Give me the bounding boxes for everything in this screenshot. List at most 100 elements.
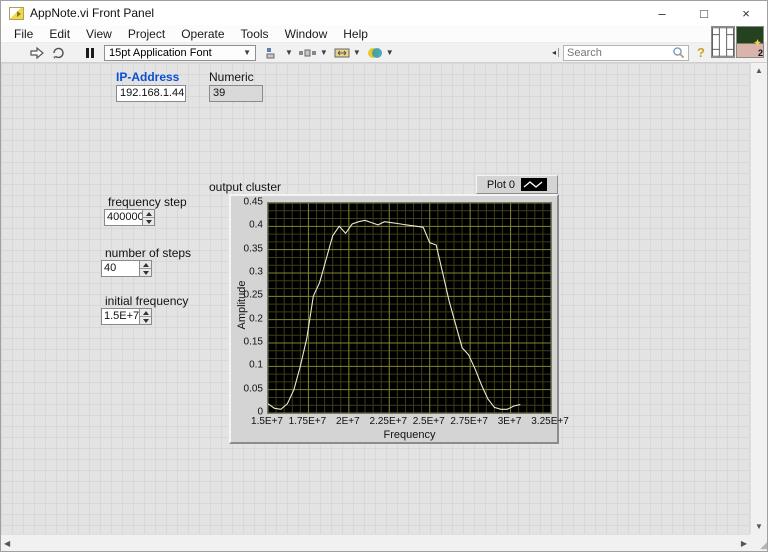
labview-window: AppNote.vi Front Panel – □ × File Edit V… xyxy=(0,0,768,552)
maximize-button[interactable]: □ xyxy=(683,1,725,25)
numeric-indicator: 39 xyxy=(209,85,263,102)
x-tick-label: 2.75E+7 xyxy=(450,416,488,427)
search-input[interactable] xyxy=(567,47,672,59)
menu-operate[interactable]: Operate xyxy=(173,27,232,41)
plot-legend-label: Plot 0 xyxy=(487,179,515,191)
initial-frequency-control[interactable]: 1.5E+7 xyxy=(101,308,152,325)
menu-view[interactable]: View xyxy=(78,27,120,41)
y-tick-label: 0.25 xyxy=(231,290,263,301)
y-tick-label: 0.45 xyxy=(231,197,263,208)
output-cluster-label: output cluster xyxy=(209,180,281,194)
menu-project[interactable]: Project xyxy=(120,27,173,41)
search-collapse-icon[interactable]: ◂ xyxy=(552,48,559,57)
increment-button[interactable] xyxy=(140,261,151,269)
decrement-button[interactable] xyxy=(143,218,154,225)
initial-frequency-label: initial frequency xyxy=(105,294,188,308)
pause-button[interactable] xyxy=(86,48,94,58)
initial-frequency-spinner xyxy=(139,308,152,325)
decrement-button[interactable] xyxy=(140,269,151,276)
title-bar: AppNote.vi Front Panel – □ × xyxy=(1,1,767,25)
search-icon xyxy=(672,46,685,59)
run-button[interactable] xyxy=(29,44,45,62)
y-tick-label: 0.05 xyxy=(231,383,263,394)
chevron-down-icon: ▼ xyxy=(386,48,394,57)
menu-tools[interactable]: Tools xyxy=(233,27,277,41)
vertical-scrollbar[interactable]: ▲ ▼ xyxy=(750,63,767,534)
resize-objects-button[interactable]: ▼ xyxy=(334,44,361,62)
menu-edit[interactable]: Edit xyxy=(41,27,78,41)
x-tick-label: 2E+7 xyxy=(336,416,360,427)
frequency-step-control[interactable]: 400000 xyxy=(104,209,155,226)
window-title: AppNote.vi Front Panel xyxy=(30,6,641,20)
distribute-objects-button[interactable]: ▼ xyxy=(299,44,328,62)
scroll-up-icon[interactable]: ▲ xyxy=(752,63,766,78)
x-tick-label: 2.5E+7 xyxy=(413,416,445,427)
chevron-down-icon: ▼ xyxy=(320,48,328,57)
scroll-right-icon[interactable]: ▶ xyxy=(738,536,750,551)
increment-button[interactable] xyxy=(143,210,154,218)
y-axis-label: Amplitude xyxy=(236,235,250,375)
menu-help[interactable]: Help xyxy=(335,27,376,41)
plot-area-svg xyxy=(268,203,551,413)
scroll-left-icon[interactable]: ◀ xyxy=(1,536,13,551)
initial-frequency-value[interactable]: 1.5E+7 xyxy=(101,308,139,325)
plot-area[interactable] xyxy=(267,202,552,414)
x-tick-label: 3E+7 xyxy=(498,416,522,427)
minimize-button[interactable]: – xyxy=(641,1,683,25)
distribute-objects-icon xyxy=(299,47,317,59)
reorder-objects-button[interactable]: ▼ xyxy=(367,44,394,62)
run-arrow-icon xyxy=(29,46,45,60)
resize-objects-icon xyxy=(334,47,350,59)
y-tick-label: 0.2 xyxy=(231,313,263,324)
align-objects-button[interactable]: ▼ xyxy=(266,44,293,62)
number-of-steps-control[interactable]: 40 xyxy=(101,260,152,277)
chevron-down-icon: ▼ xyxy=(353,48,361,57)
x-tick-label: 2.25E+7 xyxy=(370,416,408,427)
x-axis-label: Frequency xyxy=(267,429,552,441)
context-help-button[interactable]: ? xyxy=(697,45,705,60)
frequency-step-label: frequency step xyxy=(108,195,187,209)
connector-pane-icon[interactable] xyxy=(711,26,735,58)
increment-button[interactable] xyxy=(140,309,151,317)
toolbar: 15pt Application Font ▼ ▼ ▼ ▼ ▼ ◂ xyxy=(1,43,767,63)
frequency-step-spinner xyxy=(142,209,155,226)
reorder-objects-icon xyxy=(367,46,383,60)
chevron-down-icon: ▼ xyxy=(285,48,293,57)
y-tick-label: 0.3 xyxy=(231,267,263,278)
decrement-button[interactable] xyxy=(140,317,151,324)
y-tick-label: 0.15 xyxy=(231,337,263,348)
number-of-steps-spinner xyxy=(139,260,152,277)
font-selector-value: 15pt Application Font xyxy=(109,47,240,59)
plot-legend[interactable]: Plot 0 xyxy=(476,175,558,194)
vi-icon[interactable]: 2 xyxy=(736,26,764,58)
y-tick-label: 0.1 xyxy=(231,360,263,371)
menu-bar: File Edit View Project Operate Tools Win… xyxy=(1,25,767,43)
plot-legend-line-icon xyxy=(521,178,547,191)
numeric-label: Numeric xyxy=(209,70,254,84)
scroll-down-icon[interactable]: ▼ xyxy=(752,519,766,534)
search-box[interactable] xyxy=(563,45,689,61)
resize-grip[interactable]: ◢ xyxy=(750,534,767,551)
menu-file[interactable]: File xyxy=(6,27,41,41)
x-tick-label: 3.25E+7 xyxy=(531,416,569,427)
number-of-steps-value[interactable]: 40 xyxy=(101,260,139,277)
menu-window[interactable]: Window xyxy=(277,27,336,41)
ip-address-input[interactable]: 192.168.1.44 xyxy=(116,85,186,102)
horizontal-scrollbar[interactable]: ◀ ▶ xyxy=(1,534,750,551)
number-of-steps-label: number of steps xyxy=(105,246,191,260)
x-tick-label: 1.75E+7 xyxy=(289,416,327,427)
x-tick-label: 1.5E+7 xyxy=(251,416,283,427)
close-button[interactable]: × xyxy=(725,1,767,25)
front-panel[interactable]: IP-Address 192.168.1.44 Numeric 39 frequ… xyxy=(1,63,767,551)
ip-address-label: IP-Address xyxy=(116,70,179,84)
waveform-graph[interactable]: Amplitude 0.450.40.350.30.250.20.150.10.… xyxy=(229,194,559,444)
search-area: ◂ ? xyxy=(552,45,705,61)
vi-icon-badge: 2 xyxy=(758,48,763,58)
y-tick-label: 0.35 xyxy=(231,243,263,254)
align-objects-icon xyxy=(266,47,282,59)
frequency-step-value[interactable]: 400000 xyxy=(104,209,142,226)
run-continuous-button[interactable] xyxy=(51,44,66,62)
vi-corner: 2 xyxy=(711,26,764,58)
font-selector[interactable]: 15pt Application Font ▼ xyxy=(104,45,256,61)
chevron-down-icon: ▼ xyxy=(243,48,251,57)
